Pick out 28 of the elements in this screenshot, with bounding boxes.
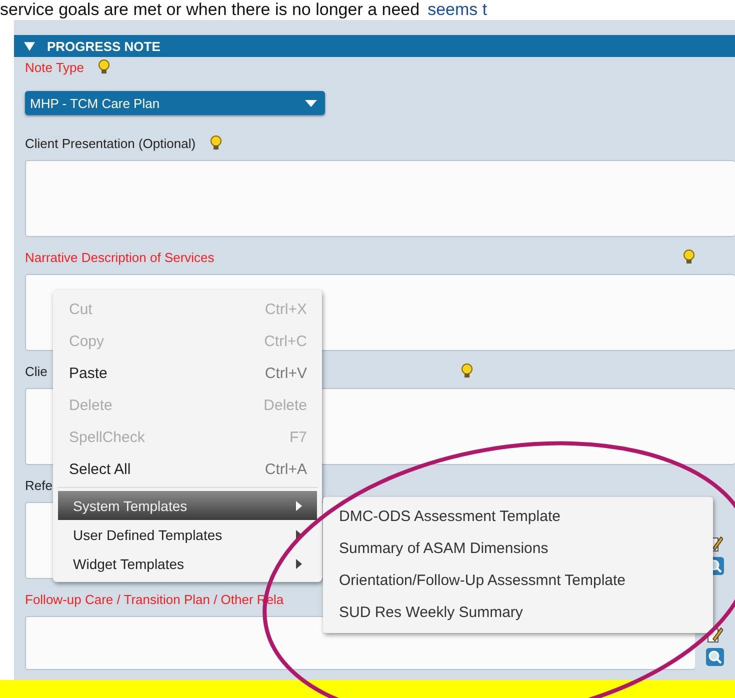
submenu-item[interactable]: System Templates	[58, 491, 317, 520]
field-label: Note Type	[25, 60, 84, 74]
lightbulb-icon[interactable]	[210, 135, 222, 151]
menu-item[interactable]: SUD Res Weekly Summary	[323, 597, 713, 629]
submenu-arrow-icon	[296, 530, 302, 540]
search-icon[interactable]	[706, 648, 724, 666]
document-text: service goals are met or when there is no longer a need	[0, 0, 420, 19]
lightbulb-icon[interactable]	[461, 363, 474, 379]
menu-item[interactable]: Summary of ASAM Dimensions	[323, 533, 713, 565]
field-label: Clie	[25, 364, 48, 378]
document-link[interactable]: seems t	[428, 0, 488, 19]
menu-item[interactable]: DMC-ODS Assessment Template	[323, 501, 713, 533]
menu-item[interactable]: Select All Ctrl+A	[53, 453, 322, 485]
lightbulb-icon[interactable]	[98, 59, 110, 75]
submenu-arrow-icon	[296, 500, 302, 510]
collapse-icon[interactable]	[24, 40, 35, 52]
menu-item[interactable]: Paste Ctrl+V	[53, 357, 322, 389]
field-label: Refe	[25, 478, 52, 492]
caret-icon	[305, 100, 317, 106]
field-label: Narrative Description of Services	[25, 250, 214, 264]
submenu-item[interactable]: Widget Templates	[58, 549, 317, 578]
note-type-dropdown[interactable]: MHP - TCM Care Plan	[25, 91, 325, 115]
section-header[interactable]: PROGRESS NOTE	[14, 35, 735, 57]
submenu-item[interactable]: User Defined Templates	[58, 520, 317, 549]
lightbulb-icon[interactable]	[683, 249, 695, 265]
menu-item[interactable]: Orientation/Follow-Up Assessmnt Template	[323, 565, 713, 597]
submenu-arrow-icon	[296, 558, 302, 568]
field-label: Client Presentation (Optional)	[25, 136, 196, 150]
